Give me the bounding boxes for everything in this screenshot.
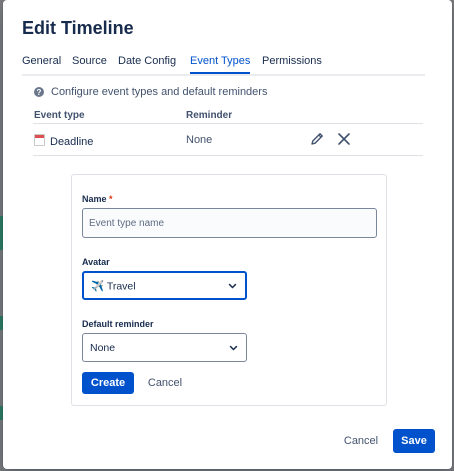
chevron-down-icon xyxy=(229,345,238,351)
calendar-icon xyxy=(34,134,45,146)
event-type-name-input[interactable] xyxy=(82,208,377,238)
delete-close-icon[interactable] xyxy=(336,130,352,148)
default-reminder-field-label: Default reminder xyxy=(82,319,154,329)
event-type-reminder: None xyxy=(186,134,213,146)
default-reminder-select[interactable]: None xyxy=(82,333,247,362)
tab-source[interactable]: Source xyxy=(72,55,107,67)
create-button[interactable]: Create xyxy=(82,372,134,394)
new-event-type-form: Name * Avatar ✈️ Travel Default reminder… xyxy=(71,174,387,406)
avatar-selected-value: ✈️ Travel xyxy=(91,280,136,292)
table-row-divider xyxy=(33,155,423,156)
name-field-label: Name * xyxy=(82,194,113,204)
tab-general[interactable]: General xyxy=(22,55,61,67)
column-header-reminder: Reminder xyxy=(186,110,233,121)
default-reminder-selected-value: None xyxy=(90,341,116,354)
hint-text: Configure event types and default remind… xyxy=(51,86,268,98)
edit-timeline-dialog: Edit Timeline General Source Date Config… xyxy=(3,0,452,469)
edit-pencil-icon[interactable] xyxy=(309,130,325,148)
column-header-event-type: Event type xyxy=(34,110,85,121)
tab-event-types[interactable]: Event Types xyxy=(190,55,251,74)
tab-date-config[interactable]: Date Config xyxy=(118,55,176,67)
tab-bar: General Source Date Config Event Types P… xyxy=(22,52,425,76)
tab-permissions[interactable]: Permissions xyxy=(262,55,322,67)
save-button[interactable]: Save xyxy=(393,429,435,453)
question-circle-icon: ? xyxy=(34,87,44,97)
avatar-field-label: Avatar xyxy=(82,257,110,267)
hint-text-row: ? Configure event types and default remi… xyxy=(34,86,267,98)
airplane-icon: ✈️ xyxy=(91,280,105,292)
form-cancel-button[interactable]: Cancel xyxy=(140,372,190,394)
chevron-down-icon xyxy=(228,283,237,289)
dialog-cancel-button[interactable]: Cancel xyxy=(336,429,386,453)
avatar-select[interactable]: ✈️ Travel xyxy=(82,271,247,300)
dialog-title: Edit Timeline xyxy=(22,18,134,38)
table-header-divider xyxy=(33,123,423,124)
event-type-name: Deadline xyxy=(50,136,94,148)
table-row-name: Deadline xyxy=(34,134,93,148)
required-marker: * xyxy=(109,194,113,204)
